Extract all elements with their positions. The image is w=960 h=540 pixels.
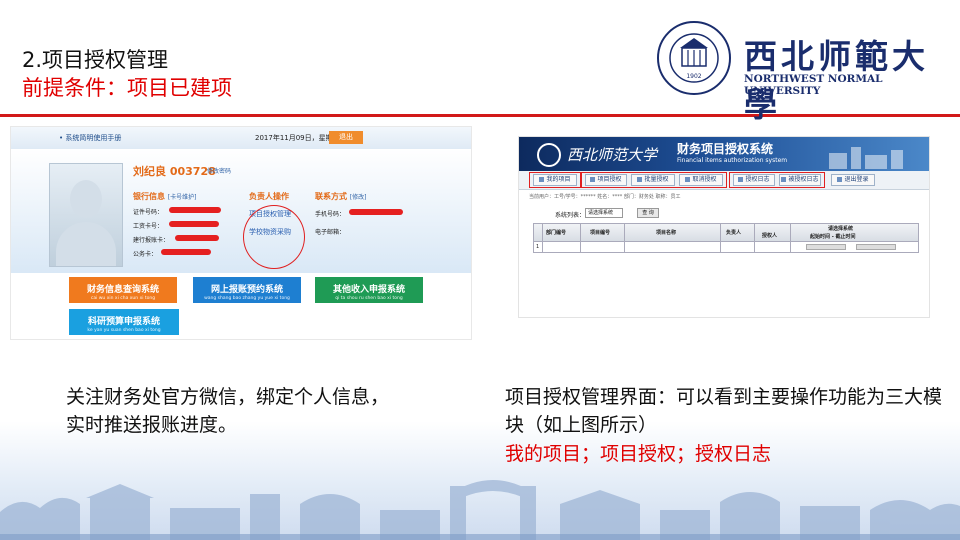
salary-card-label: 工资卡号： (133, 223, 164, 230)
left-caption: 关注财务处官方微信，绑定个人信息，实时推送报账进度。 (66, 386, 390, 436)
portal-topbar: • 系统简明使用手册 2017年11月09日，星期四 退出 (11, 127, 471, 150)
toolbar-batch-auth[interactable]: 批量授权 (631, 174, 675, 186)
phone-label: 手机号码： (315, 211, 346, 218)
system-select[interactable]: 请选择系统 (585, 208, 623, 218)
toolbar-cancel-auth[interactable]: 取消授权 (679, 174, 723, 186)
system-toolbar: 我的项目 项目授权 批量授权 取消授权 授权日志 被授权日志 退出登录 (519, 171, 929, 190)
university-seal-icon: 1902 (657, 21, 731, 95)
projects-table: 部门编号 项目编号 项目名称 负责人 授权人 请选择系统 起始时间 - 截止时间… (533, 223, 919, 253)
col-project-name: 项目名称 (656, 230, 677, 236)
toolbar-auth-log[interactable]: 授权日志 (733, 174, 775, 186)
ccb-card-label: 建行报账卡： (133, 237, 170, 244)
col-system-group: 请选择系统 (828, 226, 854, 232)
manual-link[interactable]: • 系统简明使用手册 (59, 133, 121, 143)
responsible-heading: 负责人操作 (249, 192, 289, 201)
right-caption: 项目授权管理界面：可以看到主要操作功能为三大模块（如上图所示） (505, 386, 943, 436)
row-number: 1 (536, 244, 540, 250)
seal-year: 1902 (686, 73, 701, 80)
reimburse-booking-button[interactable]: 网上报账预约系统 wang shang bao zhang yu yue xi t… (193, 277, 301, 303)
toolbar-my-projects[interactable]: 我的项目 (533, 174, 577, 186)
finance-portal-screenshot: • 系统简明使用手册 2017年11月09日，星期四 退出 刘纪良 003728… (10, 126, 472, 340)
precondition-text: 前提条件：项目已建项 (22, 76, 232, 100)
highlight-circle (243, 205, 305, 269)
system-header: 西北师范大学 财务项目授权系统 Financial items authoriz… (519, 137, 929, 171)
system-filter-label: 系统列表： (555, 212, 586, 219)
building-silhouette-icon (829, 147, 903, 169)
col-owner: 负责人 (726, 230, 742, 236)
end-time-input[interactable] (856, 244, 896, 250)
school-emblem-icon (537, 143, 561, 167)
col-authorizer: 授权人 (762, 233, 778, 239)
toolbar-authorized-log[interactable]: 被授权日志 (779, 174, 821, 186)
official-card-label: 公务卡： (133, 251, 158, 258)
user-name: 刘纪良 003728 (133, 165, 216, 178)
card-maintain-link[interactable]: [卡号维护] (168, 194, 197, 201)
system-title: 财务项目授权系统 (677, 142, 774, 156)
redacted-value (349, 209, 403, 215)
bank-info-heading: 银行信息 [卡号维护] (133, 192, 197, 201)
system-title-en: Financial items authorization system (677, 157, 788, 164)
other-income-button[interactable]: 其他收入申报系统 qi ta shou ru shen bao xi tong (315, 277, 423, 303)
logout-button[interactable]: 退出 (329, 131, 363, 144)
research-budget-button[interactable]: 科研预算申报系统 ke yan yu suan shen bao xi tong (69, 309, 179, 335)
redacted-value (175, 235, 219, 241)
start-time-input[interactable] (806, 244, 846, 250)
query-button[interactable]: 查 询 (637, 208, 659, 218)
col-dept-no: 部门编号 (546, 230, 567, 236)
authorization-system-screenshot: 西北师范大学 财务项目授权系统 Financial items authoriz… (518, 136, 930, 318)
date-text: 2017年11月09日，星期四 (255, 134, 340, 142)
change-password-link[interactable]: 修改密码 (207, 166, 231, 175)
col-time-range: 起始时间 - 截止时间 (810, 234, 856, 240)
col-project-no: 项目编号 (590, 230, 611, 236)
redacted-value (169, 207, 221, 213)
redacted-value (161, 249, 211, 255)
toolbar-project-auth[interactable]: 项目授权 (585, 174, 627, 186)
user-info-panel: 刘纪良 003728 修改密码 银行信息 [卡号维护] 证件号码： 工资卡号： … (11, 149, 471, 273)
toolbar-logout[interactable]: 退出登录 (831, 174, 875, 186)
university-name-en: NORTHWEST NORMAL UNIVERSITY (744, 73, 883, 97)
email-label: 电子邮箱： (315, 229, 346, 236)
campus-skyline-decoration (0, 480, 960, 540)
page-title: 2.项目授权管理 (22, 48, 169, 72)
school-name: 西北师范大学 (567, 146, 658, 164)
right-caption-highlight: 我的项目；项目授权；授权日志 (505, 443, 772, 465)
avatar (49, 163, 123, 267)
redacted-value (169, 221, 219, 227)
breadcrumb: 当前用户：工号/学号：****** 姓名：**** 部门：财务处 职称：员工 (529, 194, 681, 200)
id-number-label: 证件号码： (133, 209, 164, 216)
finance-query-button[interactable]: 财务信息查询系统 cai wu xin xi cha xun xi tong (69, 277, 177, 303)
contact-edit-link[interactable]: [修改] (350, 194, 367, 201)
contact-heading: 联系方式 [修改] (315, 192, 367, 201)
